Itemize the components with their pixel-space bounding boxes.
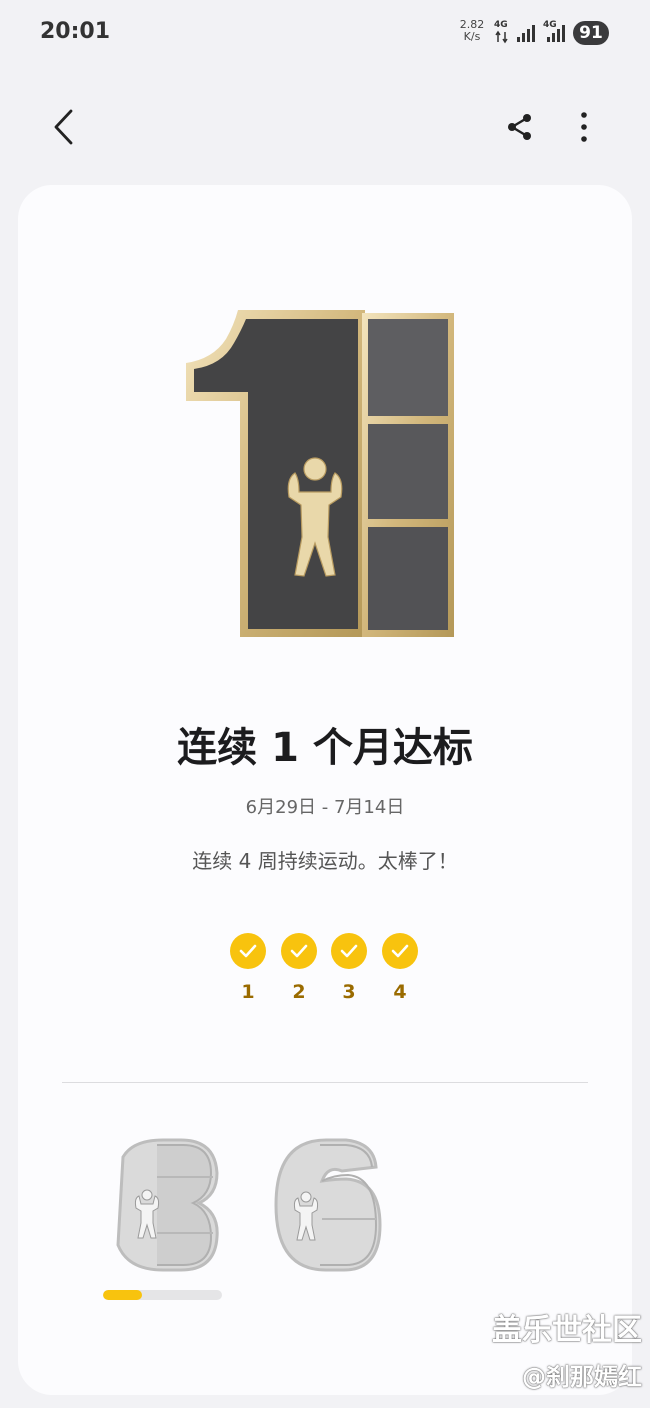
badge-3-weeks[interactable]	[103, 1135, 223, 1275]
achievement-date-range: 6月29日 - 7月14日	[245, 797, 405, 818]
week-label: 3	[342, 981, 356, 1003]
share-icon	[508, 114, 531, 140]
week-label: 4	[393, 981, 407, 1003]
week-item: 4	[380, 933, 420, 1003]
achievement-card: 连续 1 个月达标 6月29日 - 7月14日 连续 4 周持续运动。太棒了！ …	[18, 185, 632, 1395]
chevron-left-icon	[54, 109, 73, 145]
check-icon	[382, 933, 418, 969]
number-6-badge-locked-icon	[274, 1138, 382, 1272]
toolbar	[0, 100, 650, 156]
badge-3-progress	[103, 1290, 222, 1300]
badge-3-progress-fill	[103, 1290, 143, 1300]
week-label: 1	[241, 981, 255, 1003]
week-label: 2	[292, 981, 306, 1003]
watermark-author: @刹那嫣红	[522, 1363, 642, 1391]
week-item: 1	[228, 933, 268, 1003]
week-item: 2	[279, 933, 319, 1003]
status-bar: 20:01 2.82 K/s 4G 4G 91	[0, 0, 650, 64]
more-options-button[interactable]	[560, 103, 608, 151]
more-vertical-icon	[581, 112, 587, 142]
share-button[interactable]	[496, 103, 544, 151]
check-icon	[230, 933, 266, 969]
check-icon	[331, 933, 367, 969]
week-progress: 1 2 3 4	[228, 933, 428, 1013]
network-speed-unit: K/s	[463, 30, 481, 43]
week-item: 3	[329, 933, 369, 1003]
status-time: 20:01	[40, 19, 111, 44]
divider	[62, 1082, 588, 1083]
signal-strength-icon	[516, 20, 538, 48]
number-3-badge-locked-icon	[116, 1138, 219, 1272]
watermark-community: 盖乐世社区	[492, 1313, 642, 1348]
back-button[interactable]	[40, 103, 88, 151]
achievement-title: 连续 1 个月达标	[177, 725, 473, 771]
achievement-description: 连续 4 周持续运动。太棒了！	[192, 849, 458, 873]
badge-6-weeks[interactable]	[266, 1135, 386, 1275]
check-icon	[281, 933, 317, 969]
network-speed: 2.82 K/s	[457, 19, 487, 43]
number-1-trophy-badge-icon	[186, 310, 454, 637]
battery-indicator: 91	[573, 21, 609, 45]
